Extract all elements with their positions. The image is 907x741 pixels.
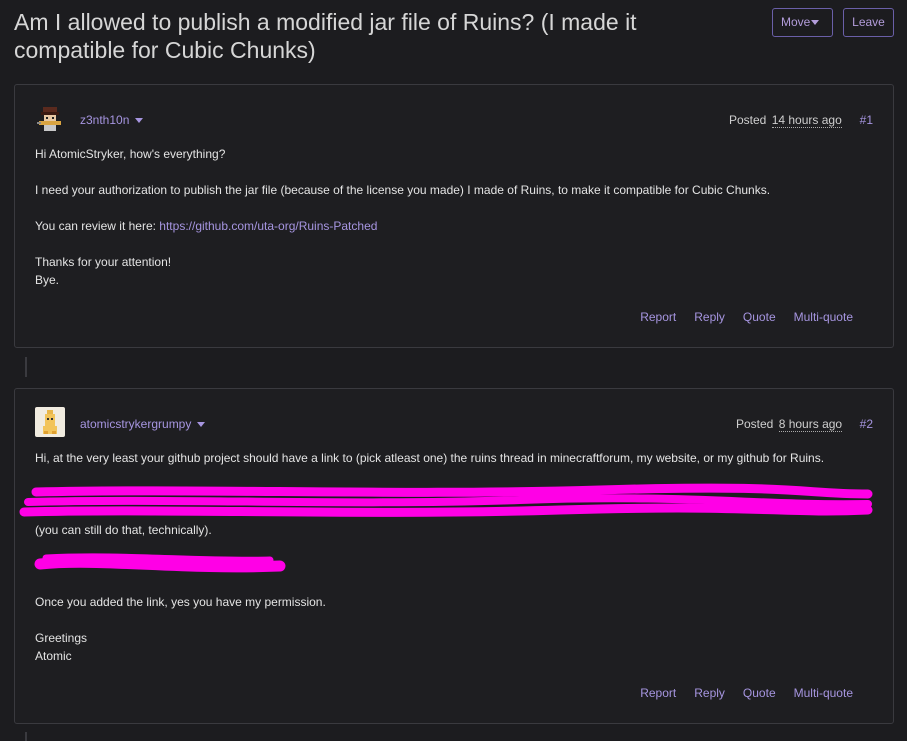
post-line: Thanks for your attention! xyxy=(35,255,172,269)
report-button[interactable]: Report xyxy=(640,686,676,700)
post-line: Hi, at the very least your github projec… xyxy=(35,451,825,465)
post-line: Hi AtomicStryker, how's everything? xyxy=(35,147,226,161)
username-link[interactable]: atomicstrykergrumpy xyxy=(80,417,206,431)
quote-button[interactable]: Quote xyxy=(743,686,776,700)
multi-quote-button[interactable]: Multi-quote xyxy=(794,310,853,324)
post-1: z3nth10n Posted 14 hours ago #1 Hi Atomi… xyxy=(14,84,894,348)
post-number-link[interactable]: #1 xyxy=(860,113,873,127)
leave-button[interactable]: Leave xyxy=(843,8,894,37)
timestamp: 14 hours ago xyxy=(771,113,842,128)
github-link[interactable]: https://github.com/uta-org/Ruins-Patched xyxy=(159,219,377,233)
multi-quote-button[interactable]: Multi-quote xyxy=(794,686,853,700)
timestamp: 8 hours ago xyxy=(778,417,843,432)
reply-button[interactable]: Reply xyxy=(694,686,725,700)
post-line-text: You can review it here: xyxy=(35,219,160,233)
caret-down-icon xyxy=(197,422,206,428)
move-label: Move xyxy=(781,15,811,29)
post-number-link[interactable]: #2 xyxy=(860,417,873,431)
caret-down-icon xyxy=(135,118,144,124)
posted-time: Posted 14 hours ago xyxy=(729,113,842,128)
report-button[interactable]: Report xyxy=(640,310,676,324)
thread-connector xyxy=(25,357,27,377)
post-line: You can review it here: https://github.c… xyxy=(35,217,377,235)
posted-prefix: Posted xyxy=(736,417,774,431)
post-line: I need your authorization to publish the… xyxy=(35,183,771,197)
avatar[interactable] xyxy=(35,407,65,437)
post-actions: Report Reply Quote Multi-quote xyxy=(622,686,853,700)
username-text: z3nth10n xyxy=(80,113,130,127)
quote-button[interactable]: Quote xyxy=(743,310,776,324)
move-button[interactable]: Move xyxy=(772,8,833,37)
caret-down-icon xyxy=(811,20,820,26)
thread-connector xyxy=(25,732,27,741)
post-line: Atomic xyxy=(35,649,72,663)
post-line: Once you added the link, yes you have my… xyxy=(35,595,326,609)
username-text: atomicstrykergrumpy xyxy=(80,417,192,431)
redaction-scribble xyxy=(19,483,873,573)
post-line: Greetings xyxy=(35,631,88,645)
reply-button[interactable]: Reply xyxy=(694,310,725,324)
topic-title: Am I allowed to publish a modified jar f… xyxy=(14,9,637,63)
posted-prefix: Posted xyxy=(729,113,767,127)
post-actions: Report Reply Quote Multi-quote xyxy=(622,310,853,324)
username-link[interactable]: z3nth10n xyxy=(80,113,144,127)
post-line: Bye. xyxy=(35,273,60,287)
avatar[interactable] xyxy=(35,103,65,133)
posted-time: Posted 8 hours ago xyxy=(736,417,843,432)
